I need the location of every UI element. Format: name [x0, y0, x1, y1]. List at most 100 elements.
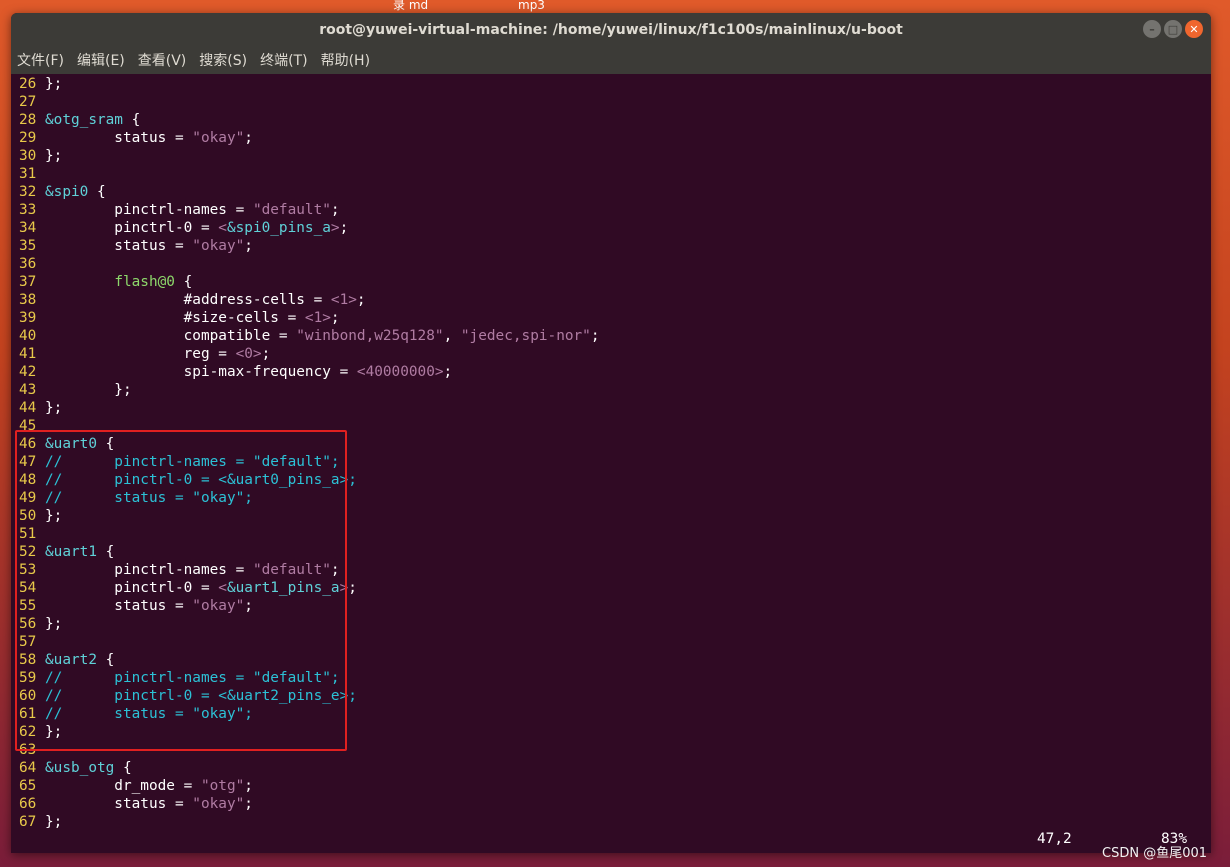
code-token: }; [45, 76, 63, 92]
menu-bar: 文件(F) 编辑(E) 查看(V) 搜索(S) 终端(T) 帮助(H) [11, 46, 1211, 74]
code-line: 65 dr_mode = "otg"; [19, 777, 1211, 795]
code-line: 41 reg = <0>; [19, 345, 1211, 363]
line-number: 35 [19, 238, 45, 254]
code-line: 37 flash@0 { [19, 273, 1211, 291]
line-number: 66 [19, 796, 45, 812]
menu-view[interactable]: 查看(V) [138, 50, 187, 70]
title-bar[interactable]: root@yuwei-virtual-machine: /home/yuwei/… [11, 13, 1211, 46]
menu-search[interactable]: 搜索(S) [199, 50, 247, 70]
code-token: ; [356, 292, 366, 308]
desktop-icon-label[interactable]: mp3 [518, 0, 545, 14]
code-line: 39 #size-cells = <1>; [19, 309, 1211, 327]
line-number: 34 [19, 220, 45, 236]
code-token: "winbond,w25q128" [296, 328, 444, 344]
line-number: 42 [19, 364, 45, 380]
code-token: pinctrl-0 = [45, 220, 219, 236]
code-line: 31 [19, 165, 1211, 183]
line-number: 37 [19, 274, 45, 290]
code-token: ; [244, 796, 253, 812]
code-token: { [122, 112, 141, 128]
menu-edit[interactable]: 编辑(E) [77, 50, 125, 70]
code-token: status = [45, 796, 193, 812]
code-token: ; [348, 580, 357, 596]
menu-file[interactable]: 文件(F) [17, 50, 64, 70]
code-token: ; [339, 220, 349, 236]
code-token: ; [330, 202, 340, 218]
desktop-icon-label[interactable]: 录 md [393, 0, 428, 14]
code-token: { [174, 274, 193, 290]
code-token: , [443, 328, 461, 344]
code-line: 28 &otg_sram { [19, 111, 1211, 129]
code-token: &otg_sram [45, 112, 123, 128]
code-token: <1> [330, 292, 357, 308]
cursor-position: 47,2 [1037, 831, 1072, 847]
highlight-box [15, 430, 347, 751]
code-token: < [218, 220, 227, 236]
code-token: pinctrl-names = [45, 202, 253, 218]
code-token: <40000000> [356, 364, 444, 380]
code-token: &spi0_pins_a [226, 220, 331, 236]
code-token: "otg" [200, 778, 245, 794]
minimize-button[interactable]: – [1143, 20, 1161, 38]
code-token: "okay" [192, 796, 245, 812]
line-number: 30 [19, 148, 45, 164]
line-number: 38 [19, 292, 45, 308]
code-line: 33 pinctrl-names = "default"; [19, 201, 1211, 219]
code-line: 64 &usb_otg { [19, 759, 1211, 777]
code-line: 35 status = "okay"; [19, 237, 1211, 255]
line-number: 31 [19, 166, 45, 182]
line-number: 44 [19, 400, 45, 416]
line-number: 28 [19, 112, 45, 128]
code-line: 32 &spi0 { [19, 183, 1211, 201]
terminal-window: root@yuwei-virtual-machine: /home/yuwei/… [11, 13, 1211, 853]
code-line: 67 }; [19, 813, 1211, 831]
code-token: #address-cells = [45, 292, 331, 308]
code-line: 42 spi-max-frequency = <40000000>; [19, 363, 1211, 381]
window-controls: – □ ✕ [1143, 20, 1203, 38]
code-token: status = [45, 238, 193, 254]
code-token: &usb_otg [45, 760, 115, 776]
code-token: ; [590, 328, 600, 344]
code-token: ; [244, 130, 253, 146]
line-number: 39 [19, 310, 45, 326]
menu-terminal[interactable]: 终端(T) [260, 50, 307, 70]
code-token: }; [45, 814, 63, 830]
watermark: CSDN @鱼尾001 [1102, 846, 1208, 861]
code-line: 26 }; [19, 75, 1211, 93]
line-number: 29 [19, 130, 45, 146]
line-number: 32 [19, 184, 45, 200]
code-line: 44 }; [19, 399, 1211, 417]
menu-help[interactable]: 帮助(H) [321, 50, 370, 70]
code-token: compatible = [45, 328, 297, 344]
code-token: "default" [252, 202, 331, 218]
code-token: { [114, 760, 132, 776]
code-token: reg = [45, 346, 236, 362]
code-token: }; [45, 148, 63, 164]
code-token: "jedec,spi-nor" [460, 328, 591, 344]
window-title: root@yuwei-virtual-machine: /home/yuwei/… [319, 21, 903, 38]
line-number: 43 [19, 382, 45, 398]
code-line: 29 status = "okay"; [19, 129, 1211, 147]
line-number: 33 [19, 202, 45, 218]
line-number: 40 [19, 328, 45, 344]
code-token: }; [45, 400, 63, 416]
code-token: spi-max-frequency = [45, 364, 357, 380]
code-token: "okay" [192, 130, 245, 146]
maximize-button[interactable]: □ [1164, 20, 1182, 38]
code-token: }; [45, 382, 132, 398]
code-token: { [88, 184, 106, 200]
line-number: 36 [19, 256, 45, 272]
code-line: 43 }; [19, 381, 1211, 399]
line-number: 27 [19, 94, 45, 110]
code-token: #size-cells = [45, 310, 305, 326]
code-token: ; [244, 778, 253, 794]
code-token: &spi0 [45, 184, 89, 200]
code-line: 34 pinctrl-0 = <&spi0_pins_a>; [19, 219, 1211, 237]
terminal-content[interactable]: 26 }; 27 28 &otg_sram {29 status = "okay"… [11, 74, 1211, 853]
code-token: ; [443, 364, 453, 380]
close-button[interactable]: ✕ [1185, 20, 1203, 38]
code-token: <1> [304, 310, 331, 326]
code-line: 36 [19, 255, 1211, 273]
code-line: 38 #address-cells = <1>; [19, 291, 1211, 309]
